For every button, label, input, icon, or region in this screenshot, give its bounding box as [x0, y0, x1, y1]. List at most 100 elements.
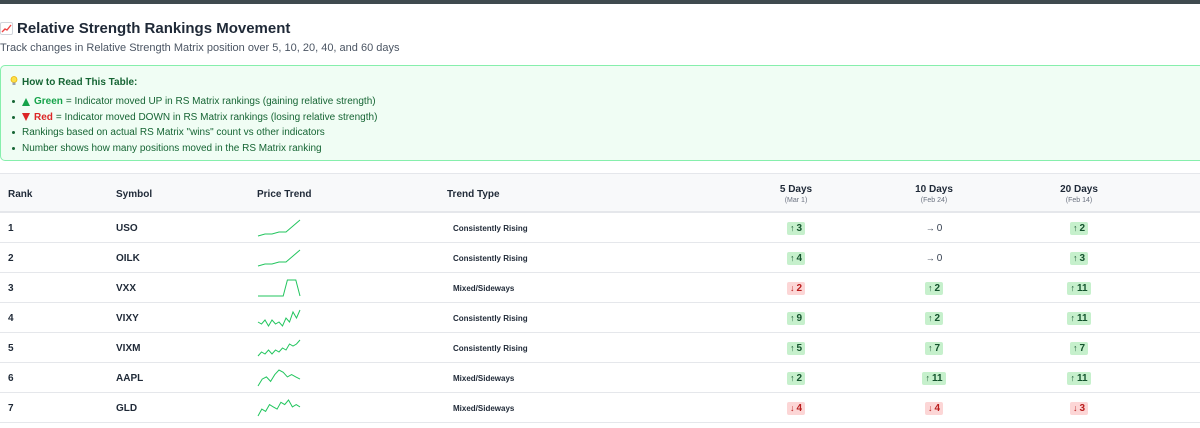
- table-row[interactable]: 2 OILK Consistently Rising ↑ 4 → 0 ↑ 3: [0, 243, 1200, 273]
- arrow-up-icon: ↑: [1070, 373, 1075, 383]
- rank-change-up-badge: ↑ 7: [1069, 341, 1089, 355]
- column-header-price-trend[interactable]: Price Trend: [257, 174, 311, 214]
- change-cell-10-days: ↑ 2: [884, 273, 984, 303]
- change-cell-20-days: ↑ 11: [1029, 363, 1129, 393]
- sparkline-path: [257, 339, 301, 357]
- rank-cell: 7: [8, 402, 14, 414]
- trend-type-label: Consistently Rising: [453, 223, 528, 233]
- rank-change-value: 2: [796, 282, 803, 294]
- arrow-right-icon: →: [925, 223, 935, 233]
- arrow-up-icon: ↑: [1070, 313, 1075, 323]
- arrow-up-icon: ↑: [789, 373, 795, 383]
- column-header-20-days[interactable]: 20 Days (Feb 14): [1029, 174, 1129, 214]
- rank-change-up-badge: ↑ 11: [922, 371, 946, 385]
- column-header-symbol[interactable]: Symbol: [116, 174, 152, 214]
- rank-cell: 2: [8, 252, 14, 264]
- legend-green-item: Green = Indicator moved UP in RS Matrix …: [10, 94, 377, 110]
- trend-type-cell: Consistently Rising: [453, 303, 528, 333]
- change-cell-5-days: ↑ 2: [746, 363, 846, 393]
- table-row[interactable]: 4 VIXY Consistently Rising ↑ 9 ↑ 2 ↑ 11: [0, 303, 1200, 333]
- price-sparkline: [257, 399, 301, 417]
- change-cell-10-days: → 0: [884, 213, 984, 243]
- change-cell-20-days: ↑ 7: [1029, 333, 1129, 363]
- rank-change-up-badge: ↑ 2: [924, 281, 944, 295]
- rank-change-value: 11: [1076, 282, 1088, 294]
- rank-cell: 6: [8, 372, 14, 384]
- arrow-up-icon: ↑: [927, 313, 933, 323]
- price-sparkline: [257, 339, 301, 357]
- symbol-cell: USO: [116, 222, 138, 234]
- lightbulb-icon: [10, 76, 18, 89]
- rank-change-up-badge: ↑ 7: [924, 341, 944, 355]
- arrow-up-icon: ↑: [789, 313, 795, 323]
- sparkline-path: [257, 219, 301, 237]
- green-up-triangle-icon: [22, 97, 30, 106]
- rank-change-up-badge: ↑ 4: [786, 251, 806, 265]
- trend-type-label: Mixed/Sideways: [453, 373, 515, 383]
- legend-item-number: Number shows how many positions moved in…: [10, 141, 377, 157]
- rank-change-value: 9: [796, 312, 803, 324]
- rank-change-up-badge: ↑ 2: [1069, 221, 1089, 235]
- rank-change-value: 4: [796, 402, 803, 414]
- table-row[interactable]: 7 GLD Mixed/Sideways ↓ 4 ↓ 4 ↓ 3: [0, 393, 1200, 423]
- change-cell-20-days: ↑ 2: [1029, 213, 1129, 243]
- trend-type-cell: Mixed/Sideways: [453, 273, 514, 303]
- arrow-up-icon: ↑: [925, 373, 930, 383]
- symbol-cell: AAPL: [116, 372, 144, 384]
- rank-change-down-badge: ↓ 3: [1069, 401, 1089, 415]
- sparkline-path: [257, 249, 301, 267]
- rank-change-value: 7: [1079, 342, 1086, 354]
- arrow-up-icon: ↑: [1072, 253, 1078, 263]
- rank-change-value: 2: [934, 282, 941, 294]
- table-row[interactable]: 3 VXX Mixed/Sideways ↓ 2 ↑ 2 ↑ 11: [0, 273, 1200, 303]
- change-cell-20-days: ↓ 3: [1029, 393, 1129, 423]
- change-cell-5-days: ↓ 4: [746, 393, 846, 423]
- column-header-5-days[interactable]: 5 Days (Mar 1): [746, 174, 846, 214]
- change-cell-20-days: ↑ 11: [1029, 273, 1129, 303]
- page-subtitle: Track changes in Relative Strength Matri…: [0, 42, 400, 54]
- how-to-read-list: Green = Indicator moved UP in RS Matrix …: [10, 94, 377, 156]
- sparkline-path: [257, 399, 301, 417]
- rank-change-value: 11: [1076, 372, 1088, 384]
- table-row[interactable]: 1 USO Consistently Rising ↑ 3 → 0 ↑ 2: [0, 213, 1200, 243]
- sparkline-path: [258, 279, 301, 297]
- rank-change-up-badge: ↑ 2: [786, 371, 806, 385]
- arrow-down-icon: ↓: [789, 283, 795, 293]
- sparkline-path: [257, 309, 301, 327]
- arrow-down-icon: ↓: [927, 403, 933, 413]
- sparkline-path: [257, 369, 301, 387]
- symbol-cell: OILK: [116, 252, 140, 264]
- arrow-up-icon: ↑: [1070, 283, 1075, 293]
- change-cell-5-days: ↑ 5: [746, 333, 846, 363]
- change-cell-5-days: ↑ 4: [746, 243, 846, 273]
- arrow-up-icon: ↑: [927, 343, 933, 353]
- how-to-read-panel: How to Read This Table: Green = Indicato…: [0, 65, 1200, 161]
- table-row[interactable]: 6 AAPL Mixed/Sideways ↑ 2 ↑ 11 ↑ 11: [0, 363, 1200, 393]
- chart-increasing-icon: [0, 22, 13, 35]
- column-header-trend-type[interactable]: Trend Type: [447, 174, 500, 214]
- price-sparkline: [257, 249, 301, 267]
- rank-change-value: 11: [1076, 312, 1088, 324]
- rank-change-value: 2: [796, 372, 803, 384]
- rank-change-up-badge: ↑ 5: [786, 341, 806, 355]
- arrow-up-icon: ↑: [789, 343, 795, 353]
- trend-type-cell: Consistently Rising: [453, 333, 528, 363]
- rank-change-value: 7: [934, 342, 941, 354]
- rankings-table: Rank Symbol Price Trend Trend Type 5 Day…: [0, 173, 1200, 423]
- rank-cell: 5: [8, 342, 14, 354]
- rank-change-up-badge: ↑ 9: [786, 311, 806, 325]
- trend-type-cell: Mixed/Sideways: [453, 363, 514, 393]
- rank-cell: 4: [8, 312, 14, 324]
- page-title: Relative Strength Rankings Movement: [0, 20, 290, 37]
- trend-type-cell: Mixed/Sideways: [453, 393, 514, 423]
- arrow-down-icon: ↓: [1072, 403, 1078, 413]
- rank-change-up-badge: ↑ 3: [1069, 251, 1089, 265]
- rank-change-down-badge: ↓ 4: [924, 401, 944, 415]
- rank-change-value: 11: [931, 372, 943, 384]
- table-row[interactable]: 5 VIXM Consistently Rising ↑ 5 ↑ 7 ↑ 7: [0, 333, 1200, 363]
- column-header-rank[interactable]: Rank: [8, 174, 32, 214]
- arrow-up-icon: ↑: [789, 253, 795, 263]
- page-title-text: Relative Strength Rankings Movement: [17, 20, 291, 37]
- column-header-10-days[interactable]: 10 Days (Feb 24): [884, 174, 984, 214]
- rank-change-up-badge: ↑ 11: [1067, 281, 1091, 295]
